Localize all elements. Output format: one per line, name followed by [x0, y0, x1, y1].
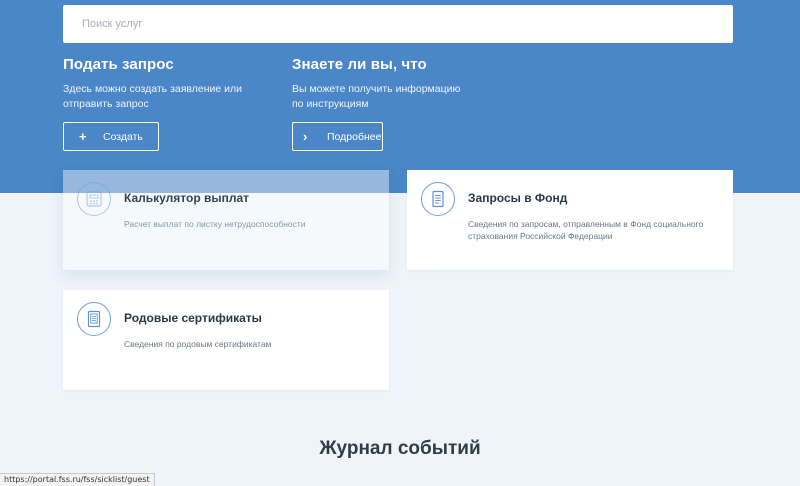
search-input[interactable]: Поиск услуг — [63, 5, 733, 43]
more-button-label: Подробнее — [327, 130, 382, 143]
search-placeholder: Поиск услуг — [82, 18, 143, 30]
certificate-icon — [77, 302, 111, 336]
status-bar-url: https://portal.fss.ru/fss/sicklist/guest — [0, 473, 155, 486]
card-description: Сведения по родовым сертификатам — [124, 339, 272, 349]
card-title: Запросы в Фонд — [468, 191, 568, 205]
document-icon — [421, 182, 455, 216]
create-button-label: Создать — [103, 130, 143, 143]
request-block: Подать запрос Здесь можно создать заявле… — [63, 56, 243, 112]
request-title: Подать запрос — [63, 56, 174, 73]
plus-icon: + — [79, 129, 87, 144]
events-title: Журнал событий — [319, 438, 481, 459]
card-calculator[interactable]: Калькулятор выплат Расчет выплат по лист… — [63, 170, 389, 270]
chevron-right-icon: › — [303, 129, 308, 144]
card-description: Сведения по запросам, отправленным в Фон… — [468, 219, 704, 241]
card-title: Калькулятор выплат — [124, 191, 250, 205]
card-title: Родовые сертификаты — [124, 311, 262, 325]
more-button[interactable]: › Подробнее — [292, 122, 383, 151]
info-title: Знаете ли вы, что — [292, 56, 427, 73]
create-button[interactable]: + Создать — [63, 122, 159, 151]
request-description: Здесь можно создать заявление или отправ… — [63, 83, 242, 110]
info-block: Знаете ли вы, что Вы можете получить инф… — [292, 56, 472, 112]
card-birth-certificates[interactable]: Родовые сертификаты Сведения по родовым … — [63, 290, 389, 390]
card-fund-requests[interactable]: Запросы в Фонд Сведения по запросам, отп… — [407, 170, 733, 270]
card-description: Расчет выплат по листку нетрудоспособнос… — [124, 219, 306, 229]
calculator-icon — [77, 182, 111, 216]
info-description: Вы можете получить информацию по инструк… — [292, 83, 461, 110]
